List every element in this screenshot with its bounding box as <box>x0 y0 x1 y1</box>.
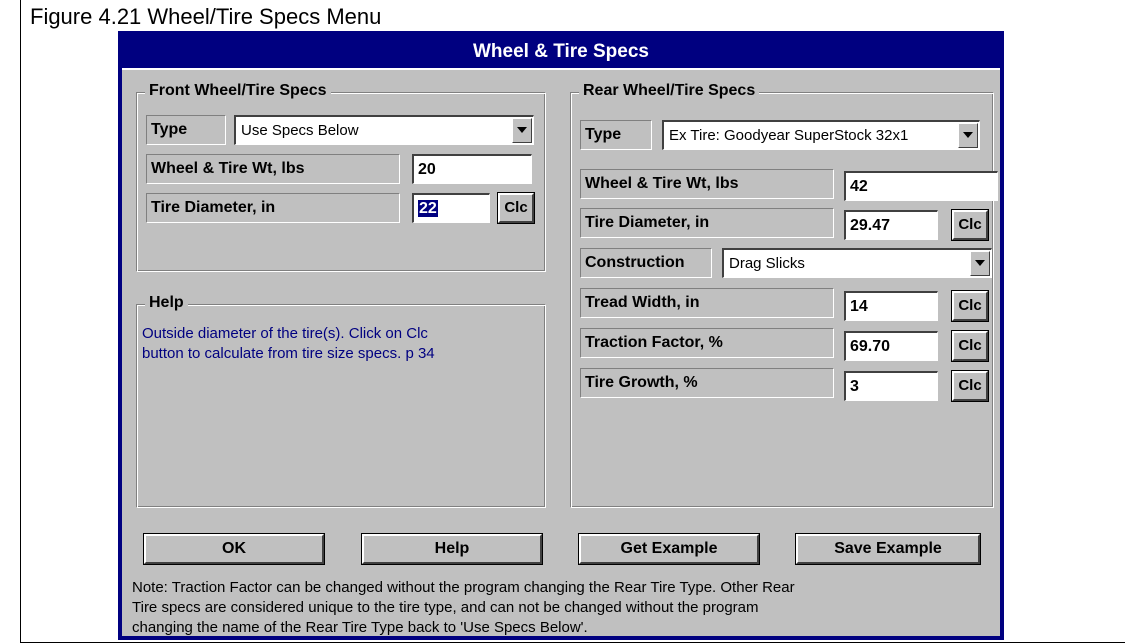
front-diameter-value: 22 <box>418 200 438 217</box>
dialog-title: Wheel & Tire Specs <box>122 35 1000 70</box>
front-weight-input[interactable]: 20 <box>412 154 532 184</box>
rear-weight-input[interactable]: 42 <box>844 171 998 201</box>
note-line-2: Tire specs are considered unique to the … <box>132 599 759 616</box>
note-line-3: changing the name of the Rear Tire Type … <box>132 619 588 636</box>
front-type-dropdown-button[interactable] <box>512 118 532 143</box>
front-type-select[interactable]: Use Specs Below <box>234 115 534 145</box>
rear-growth-input[interactable]: 3 <box>844 371 938 401</box>
rear-growth-label: Tire Growth, % <box>580 368 834 398</box>
rear-type-dropdown-button[interactable] <box>958 123 978 148</box>
figure-caption: Figure 4.21 Wheel/Tire Specs Menu <box>30 4 382 29</box>
rear-construction-value: Drag Slicks <box>729 255 805 272</box>
dialog-client-area: Front Wheel/Tire Specs Type Use Specs Be… <box>122 70 1000 636</box>
rear-type-label: Type <box>580 120 652 150</box>
rear-growth-clc-button[interactable]: Clc <box>951 370 989 402</box>
front-diameter-input[interactable]: 22 <box>412 193 490 223</box>
rear-tread-label: Tread Width, in <box>580 288 834 318</box>
note-line-1: Note: Traction Factor can be changed wit… <box>132 579 795 596</box>
rear-traction-clc-button[interactable]: Clc <box>951 330 989 362</box>
rear-construction-label: Construction <box>580 248 712 278</box>
rear-tread-input[interactable]: 14 <box>844 291 938 321</box>
front-diameter-clc-button[interactable]: Clc <box>497 192 535 224</box>
rear-construction-select[interactable]: Drag Slicks <box>722 248 992 278</box>
rear-diameter-input[interactable]: 29.47 <box>844 210 938 240</box>
help-text-line-1: Outside diameter of the tire(s). Click o… <box>142 325 428 342</box>
wheel-tire-specs-dialog: Wheel & Tire Specs Front Wheel/Tire Spec… <box>118 31 1004 640</box>
rear-traction-label: Traction Factor, % <box>580 328 834 358</box>
front-weight-label: Wheel & Tire Wt, lbs <box>146 154 400 184</box>
help-text-line-2: button to calculate from tire size specs… <box>142 345 435 362</box>
rear-diameter-label: Tire Diameter, in <box>580 208 834 238</box>
rear-group-title: Rear Wheel/Tire Specs <box>579 82 760 100</box>
ok-button[interactable]: OK <box>143 533 325 565</box>
chevron-down-icon <box>517 127 527 134</box>
front-type-value: Use Specs Below <box>241 122 359 139</box>
rear-construction-dropdown-button[interactable] <box>970 251 990 276</box>
front-diameter-label: Tire Diameter, in <box>146 193 400 223</box>
chevron-down-icon <box>963 132 973 139</box>
chevron-down-icon <box>975 260 985 267</box>
rear-traction-input[interactable]: 69.70 <box>844 331 938 361</box>
front-group-title: Front Wheel/Tire Specs <box>145 82 331 100</box>
rear-diameter-clc-button[interactable]: Clc <box>951 209 989 241</box>
rear-type-value: Ex Tire: Goodyear SuperStock 32x1 <box>669 127 909 144</box>
rear-weight-label: Wheel & Tire Wt, lbs <box>580 169 834 199</box>
get-example-button[interactable]: Get Example <box>578 533 760 565</box>
save-example-button[interactable]: Save Example <box>795 533 981 565</box>
front-type-label: Type <box>146 115 226 145</box>
help-button[interactable]: Help <box>361 533 543 565</box>
rear-tread-clc-button[interactable]: Clc <box>951 290 989 322</box>
rear-type-select[interactable]: Ex Tire: Goodyear SuperStock 32x1 <box>662 120 980 150</box>
help-group-title: Help <box>145 294 188 312</box>
